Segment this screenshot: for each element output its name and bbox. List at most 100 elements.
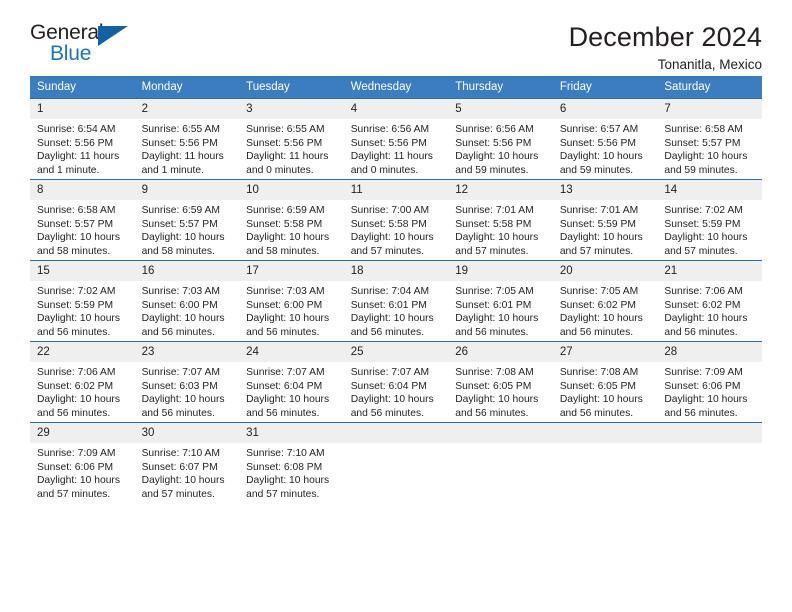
sunset-text: Sunset: 5:56 PM — [559, 137, 636, 149]
sunrise-text: Sunrise: 7:08 AM — [559, 367, 639, 378]
calendar-day-cell[interactable]: 27 Sunrise: 7:08 AM Sunset: 6:05 PM Dayligh… — [552, 341, 658, 423]
calendar-day-cell[interactable]: 28 Sunrise: 7:09 AM Sunset: 6:06 PM Dayligh… — [657, 341, 762, 423]
sunset-text: Sunset: 5:58 PM — [246, 218, 323, 230]
day-number: 7 — [657, 99, 762, 119]
day-number: 23 — [134, 342, 240, 362]
calendar-day-cell[interactable]: 13 Sunrise: 7:01 AM Sunset: 5:59 PM Dayligh… — [552, 179, 658, 261]
day-number: 26 — [448, 342, 553, 362]
sunrise-text: Sunrise: 7:03 AM — [246, 286, 325, 297]
day-details: Sunrise: 7:03 AM Sunset: 6:00 PM Daylight:… — [135, 281, 240, 339]
calendar-day-cell[interactable]: 31 Sunrise: 7:10 AM Sunset: 6:08 PM Dayligh… — [239, 422, 344, 503]
sunset-text: Sunset: 6:02 PM — [559, 299, 636, 311]
calendar-day-cell[interactable]: 25 Sunrise: 7:07 AM Sunset: 6:04 PM Dayligh… — [343, 341, 449, 423]
calendar-day-cell[interactable]: 3 Sunrise: 6:55 AM Sunset: 5:56 PM Daylight… — [239, 98, 344, 180]
calendar-day-cell[interactable]: 5 Sunrise: 6:56 AM Sunset: 5:56 PM Daylight… — [448, 98, 553, 180]
calendar-day-cell[interactable]: 24 Sunrise: 7:07 AM Sunset: 6:04 PM Dayligh… — [239, 341, 344, 423]
sunrise-text: Sunrise: 7:07 AM — [350, 367, 430, 378]
sunset-text: Sunset: 5:59 PM — [559, 218, 636, 230]
calendar-week-row: 22 Sunrise: 7:06 AM Sunset: 6:02 PM Dayligh… — [30, 341, 762, 423]
sunset-text: Sunset: 5:56 PM — [455, 137, 532, 149]
calendar-empty-cell — [343, 422, 449, 503]
daylight-text: Daylight: 10 hours and 56 minutes. — [559, 313, 643, 338]
day-number: 2 — [134, 99, 240, 119]
calendar-day-cell[interactable]: 15 Sunrise: 7:02 AM Sunset: 5:59 PM Dayligh… — [30, 260, 135, 342]
sunset-text: Sunset: 5:59 PM — [37, 299, 114, 311]
calendar-day-cell[interactable]: 29 Sunrise: 7:09 AM Sunset: 6:06 PM Dayligh… — [30, 422, 135, 503]
day-number: 8 — [30, 180, 135, 200]
sunrise-text: Sunrise: 7:07 AM — [246, 367, 325, 378]
sunset-text: Sunset: 6:04 PM — [350, 380, 427, 392]
day-details: Sunrise: 7:01 AM Sunset: 5:58 PM Daylight:… — [448, 200, 553, 258]
logo-text-general: General — [30, 21, 104, 44]
calendar-day-cell[interactable]: 2 Sunrise: 6:55 AM Sunset: 5:56 PM Daylight… — [134, 98, 240, 180]
sunset-text: Sunset: 5:56 PM — [350, 137, 427, 149]
sunrise-text: Sunrise: 7:07 AM — [141, 367, 220, 378]
daylight-text: Daylight: 10 hours and 59 minutes. — [559, 151, 643, 176]
calendar-day-cell[interactable]: 4 Sunrise: 6:56 AM Sunset: 5:56 PM Daylight… — [343, 98, 449, 180]
calendar-day-cell[interactable]: 14 Sunrise: 7:02 AM Sunset: 5:59 PM Dayligh… — [657, 179, 762, 261]
sunset-text: Sunset: 6:01 PM — [350, 299, 427, 311]
sunrise-text: Sunrise: 7:06 AM — [37, 367, 116, 378]
daylight-text: Daylight: 10 hours and 57 minutes. — [37, 475, 120, 500]
calendar-week-row: 15 Sunrise: 7:02 AM Sunset: 5:59 PM Dayligh… — [30, 260, 762, 342]
general-blue-logo[interactable]: General Blue — [30, 22, 140, 70]
calendar-day-cell[interactable]: 11 Sunrise: 7:00 AM Sunset: 5:58 PM Dayligh… — [343, 179, 449, 261]
calendar-day-cell[interactable]: 30 Sunrise: 7:10 AM Sunset: 6:07 PM Dayligh… — [134, 422, 240, 503]
calendar-day-cell[interactable]: 8 Sunrise: 6:58 AM Sunset: 5:57 PM Daylight… — [30, 179, 135, 261]
weekday-header-sunday: Sunday — [30, 76, 135, 99]
calendar-day-cell[interactable]: 7 Sunrise: 6:58 AM Sunset: 5:57 PM Daylight… — [657, 98, 762, 180]
sunrise-text: Sunrise: 6:54 AM — [37, 124, 116, 135]
weekday-header-monday: Monday — [134, 76, 240, 99]
sunrise-text: Sunrise: 6:59 AM — [246, 205, 325, 216]
day-number: 27 — [552, 342, 658, 362]
sunset-text: Sunset: 6:00 PM — [141, 299, 218, 311]
calendar-day-cell[interactable]: 19 Sunrise: 7:05 AM Sunset: 6:01 PM Dayligh… — [448, 260, 553, 342]
sunset-text: Sunset: 6:06 PM — [664, 380, 741, 392]
calendar-day-cell[interactable]: 12 Sunrise: 7:01 AM Sunset: 5:58 PM Dayligh… — [448, 179, 553, 261]
day-number: 16 — [134, 261, 240, 281]
sunset-text: Sunset: 6:01 PM — [455, 299, 532, 311]
weekday-header-friday: Friday — [552, 76, 658, 99]
calendar-day-cell[interactable]: 10 Sunrise: 6:59 AM Sunset: 5:58 PM Dayligh… — [239, 179, 344, 261]
calendar-day-cell[interactable]: 26 Sunrise: 7:08 AM Sunset: 6:05 PM Dayligh… — [448, 341, 553, 423]
day-number: 6 — [552, 99, 658, 119]
calendar-day-cell[interactable]: 1 Sunrise: 6:54 AM Sunset: 5:56 PM Daylight… — [30, 98, 135, 180]
daylight-text: Daylight: 10 hours and 59 minutes. — [664, 151, 748, 176]
calendar-day-cell[interactable]: 9 Sunrise: 6:59 AM Sunset: 5:57 PM Daylight… — [134, 179, 240, 261]
day-number: 1 — [30, 99, 135, 119]
daylight-text: Daylight: 11 hours and 1 minute. — [37, 151, 120, 176]
page-title: December 2024 — [568, 22, 762, 52]
calendar-day-cell[interactable]: 22 Sunrise: 7:06 AM Sunset: 6:02 PM Dayligh… — [30, 341, 135, 423]
weekday-header-saturday: Saturday — [657, 76, 762, 99]
day-number: 24 — [239, 342, 344, 362]
sunrise-text: Sunrise: 7:02 AM — [37, 286, 116, 297]
day-number — [657, 423, 762, 443]
sunrise-text: Sunrise: 7:00 AM — [350, 205, 430, 216]
day-number — [552, 423, 658, 443]
calendar-day-cell[interactable]: 16 Sunrise: 7:03 AM Sunset: 6:00 PM Dayligh… — [134, 260, 240, 342]
day-details: Sunrise: 6:56 AM Sunset: 5:56 PM Daylight:… — [344, 119, 449, 177]
day-details: Sunrise: 6:59 AM Sunset: 5:58 PM Daylight:… — [239, 200, 344, 258]
calendar-day-cell[interactable]: 6 Sunrise: 6:57 AM Sunset: 5:56 PM Daylight… — [552, 98, 658, 180]
day-details: Sunrise: 7:02 AM Sunset: 5:59 PM Daylight:… — [657, 200, 762, 258]
day-details: Sunrise: 7:08 AM Sunset: 6:05 PM Daylight:… — [448, 362, 553, 420]
sunrise-text: Sunrise: 6:58 AM — [664, 124, 743, 135]
daylight-text: Daylight: 11 hours and 1 minute. — [141, 151, 224, 176]
calendar-day-cell[interactable]: 17 Sunrise: 7:03 AM Sunset: 6:00 PM Dayligh… — [239, 260, 344, 342]
calendar-day-cell[interactable]: 20 Sunrise: 7:05 AM Sunset: 6:02 PM Dayligh… — [552, 260, 658, 342]
day-number: 31 — [239, 423, 344, 443]
day-number: 21 — [657, 261, 762, 281]
sunset-text: Sunset: 5:57 PM — [37, 218, 114, 230]
sunset-text: Sunset: 5:56 PM — [246, 137, 323, 149]
sunset-text: Sunset: 5:59 PM — [664, 218, 741, 230]
triangle-icon — [98, 26, 128, 46]
daylight-text: Daylight: 10 hours and 56 minutes. — [37, 394, 120, 419]
title-block: December 2024 Tonanitla, Mexico — [569, 22, 762, 73]
calendar-day-cell[interactable]: 18 Sunrise: 7:04 AM Sunset: 6:01 PM Dayligh… — [343, 260, 449, 342]
calendar-day-cell[interactable]: 23 Sunrise: 7:07 AM Sunset: 6:03 PM Dayligh… — [134, 341, 240, 423]
sunset-text: Sunset: 6:06 PM — [37, 461, 114, 473]
daylight-text: Daylight: 10 hours and 57 minutes. — [246, 475, 330, 500]
daylight-text: Daylight: 10 hours and 58 minutes. — [37, 232, 120, 257]
sunset-text: Sunset: 6:07 PM — [141, 461, 218, 473]
calendar-day-cell[interactable]: 21 Sunrise: 7:06 AM Sunset: 6:02 PM Dayligh… — [657, 260, 762, 342]
